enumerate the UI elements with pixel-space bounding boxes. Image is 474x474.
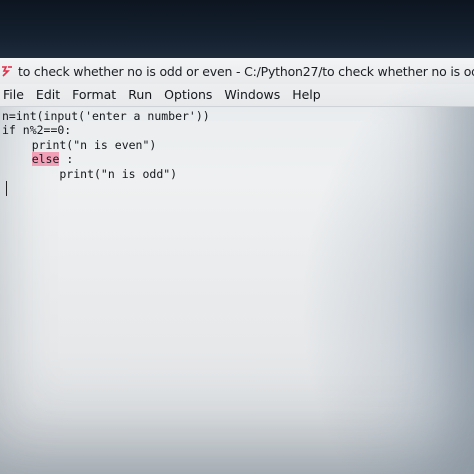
code-editor[interactable]: n=int(input('enter a number')) if n%2==0… <box>0 107 474 474</box>
menu-file[interactable]: File <box>0 84 30 106</box>
menu-format[interactable]: Format <box>66 84 122 106</box>
python-idle-icon[interactable] <box>0 64 14 78</box>
code-line-5: print("n is odd") <box>4 167 178 181</box>
photo-frame: to check whether no is odd or even - C:/… <box>0 0 474 474</box>
idle-editor-window: to check whether no is odd or even - C:/… <box>0 58 474 474</box>
menu-help[interactable]: Help <box>286 84 327 106</box>
else-colon: : <box>59 152 74 166</box>
code-line-3: print("n is even") <box>4 138 157 152</box>
code-line-4: else : <box>4 152 73 167</box>
window-title: to check whether no is odd or even - C:/… <box>18 63 474 79</box>
menu-edit[interactable]: Edit <box>30 84 66 106</box>
title-bar: to check whether no is odd or even - C:/… <box>0 58 474 84</box>
text-cursor <box>6 181 7 196</box>
else-keyword-highlight: else <box>31 152 60 166</box>
code-line-1: n=int(input('enter a number')) <box>2 109 210 123</box>
menu-bar: File Edit Format Run Options Windows Hel… <box>0 84 474 107</box>
code-line-2: if n%2==0: <box>2 123 72 137</box>
menu-run[interactable]: Run <box>122 84 158 106</box>
menu-options[interactable]: Options <box>158 84 218 106</box>
monitor-bezel <box>0 0 474 58</box>
menu-windows[interactable]: Windows <box>218 84 286 106</box>
